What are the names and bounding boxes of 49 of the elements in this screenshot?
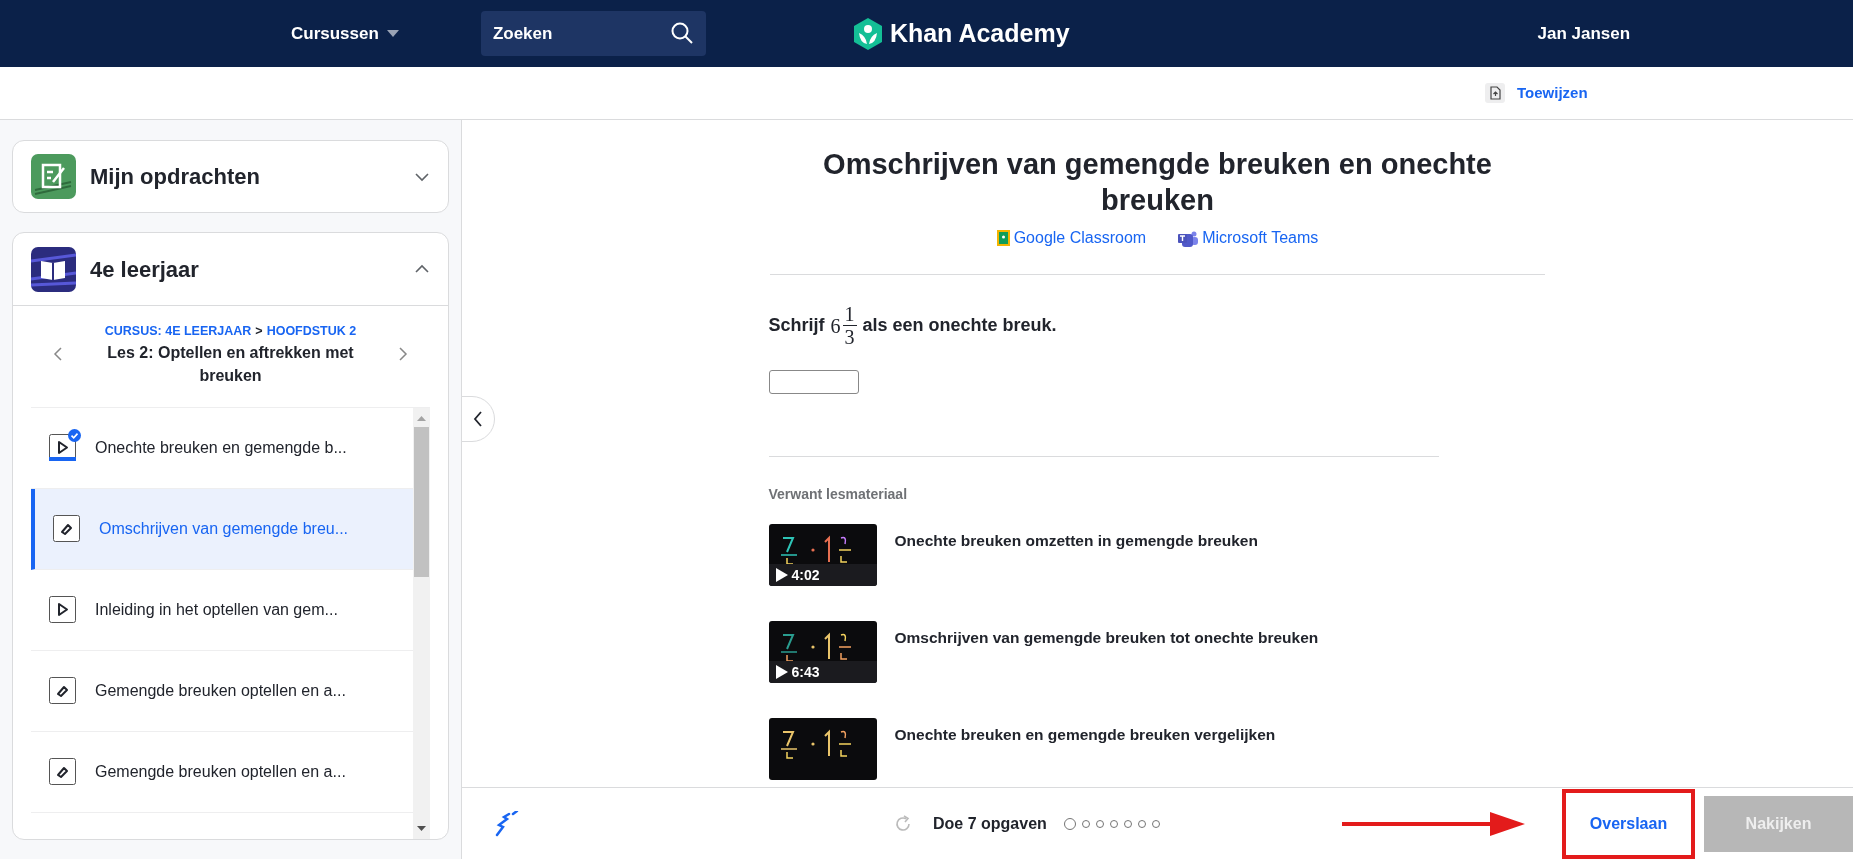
assignment-icon bbox=[31, 154, 76, 199]
task-label: Doe 7 opgaven bbox=[933, 813, 1047, 834]
assignments-card[interactable]: Mijn opdrachten bbox=[12, 140, 449, 213]
exercise-title: Omschrijven van gemengde breuken en onechte breuken bbox=[822, 147, 1493, 218]
search-field[interactable]: Zoeken bbox=[480, 11, 706, 56]
lesson-title: Les 2: Optellen en aftrekken met breuken bbox=[106, 342, 355, 386]
lesson-item[interactable]: Omschrijven van gemengde breu... bbox=[31, 488, 413, 570]
play-icon bbox=[775, 665, 788, 679]
chevron-icon[interactable] bbox=[414, 171, 430, 182]
search-icon[interactable] bbox=[669, 21, 694, 45]
scroll-down-icon[interactable] bbox=[417, 826, 426, 831]
scroll-up-icon[interactable] bbox=[417, 415, 426, 421]
scratchpad-icon[interactable] bbox=[495, 810, 519, 837]
document-icon bbox=[1485, 83, 1505, 103]
course-header[interactable]: 4e leerjaar bbox=[13, 233, 448, 306]
logo-text[interactable]: Khan Academy bbox=[889, 14, 1070, 53]
video-link[interactable]: Omschrijven van gemengde breuken tot onechte breuken bbox=[894, 626, 1319, 683]
next-icon[interactable] bbox=[398, 346, 408, 363]
breadcrumb-separator: > bbox=[255, 323, 263, 340]
unit-link[interactable]: HOOFDSTUK 2 bbox=[266, 322, 357, 341]
chevron-icon[interactable] bbox=[414, 264, 430, 274]
assign-button[interactable]: Toewijzen bbox=[1485, 81, 1588, 105]
related-heading: Verwant lesmateriaal bbox=[768, 485, 909, 504]
check-badge-icon bbox=[68, 429, 81, 443]
section-title: 4e leerjaar bbox=[90, 255, 200, 284]
share-link[interactable]: Google Classroom bbox=[996, 226, 1147, 250]
video-link[interactable]: Onechte breuken omzetten in gemengde breuken bbox=[894, 529, 1258, 586]
user-name[interactable]: Jan Jansen bbox=[1537, 20, 1631, 47]
collapse-button[interactable] bbox=[461, 396, 495, 442]
answer-field[interactable] bbox=[768, 370, 859, 394]
previous-icon[interactable] bbox=[53, 346, 63, 363]
classroom-icon bbox=[996, 230, 1010, 246]
scrollbar[interactable] bbox=[413, 407, 430, 839]
skip-button[interactable]: Overslaan bbox=[1562, 788, 1695, 859]
video-duration: 6:43 bbox=[791, 662, 820, 682]
video-link[interactable]: Onechte breuken en gemengde breuken vergelijken bbox=[894, 723, 1276, 780]
courses-menu[interactable]: Cursussen bbox=[291, 20, 399, 47]
course-link[interactable]: CURSUS: 4E LEERJAAR bbox=[104, 322, 252, 341]
chevron-left-icon bbox=[473, 410, 483, 428]
share-link[interactable]: Microsoft Teams bbox=[1178, 226, 1319, 250]
video-duration: 4:02 bbox=[791, 565, 820, 585]
section-title: Mijn opdrachten bbox=[90, 163, 261, 191]
caret-icon bbox=[386, 30, 399, 37]
scroll-thumb[interactable] bbox=[414, 426, 429, 577]
refresh-icon[interactable] bbox=[893, 813, 913, 834]
teams-icon bbox=[1178, 229, 1199, 247]
logo-icon bbox=[853, 17, 882, 50]
book-icon bbox=[31, 246, 76, 292]
play-icon bbox=[775, 568, 788, 582]
